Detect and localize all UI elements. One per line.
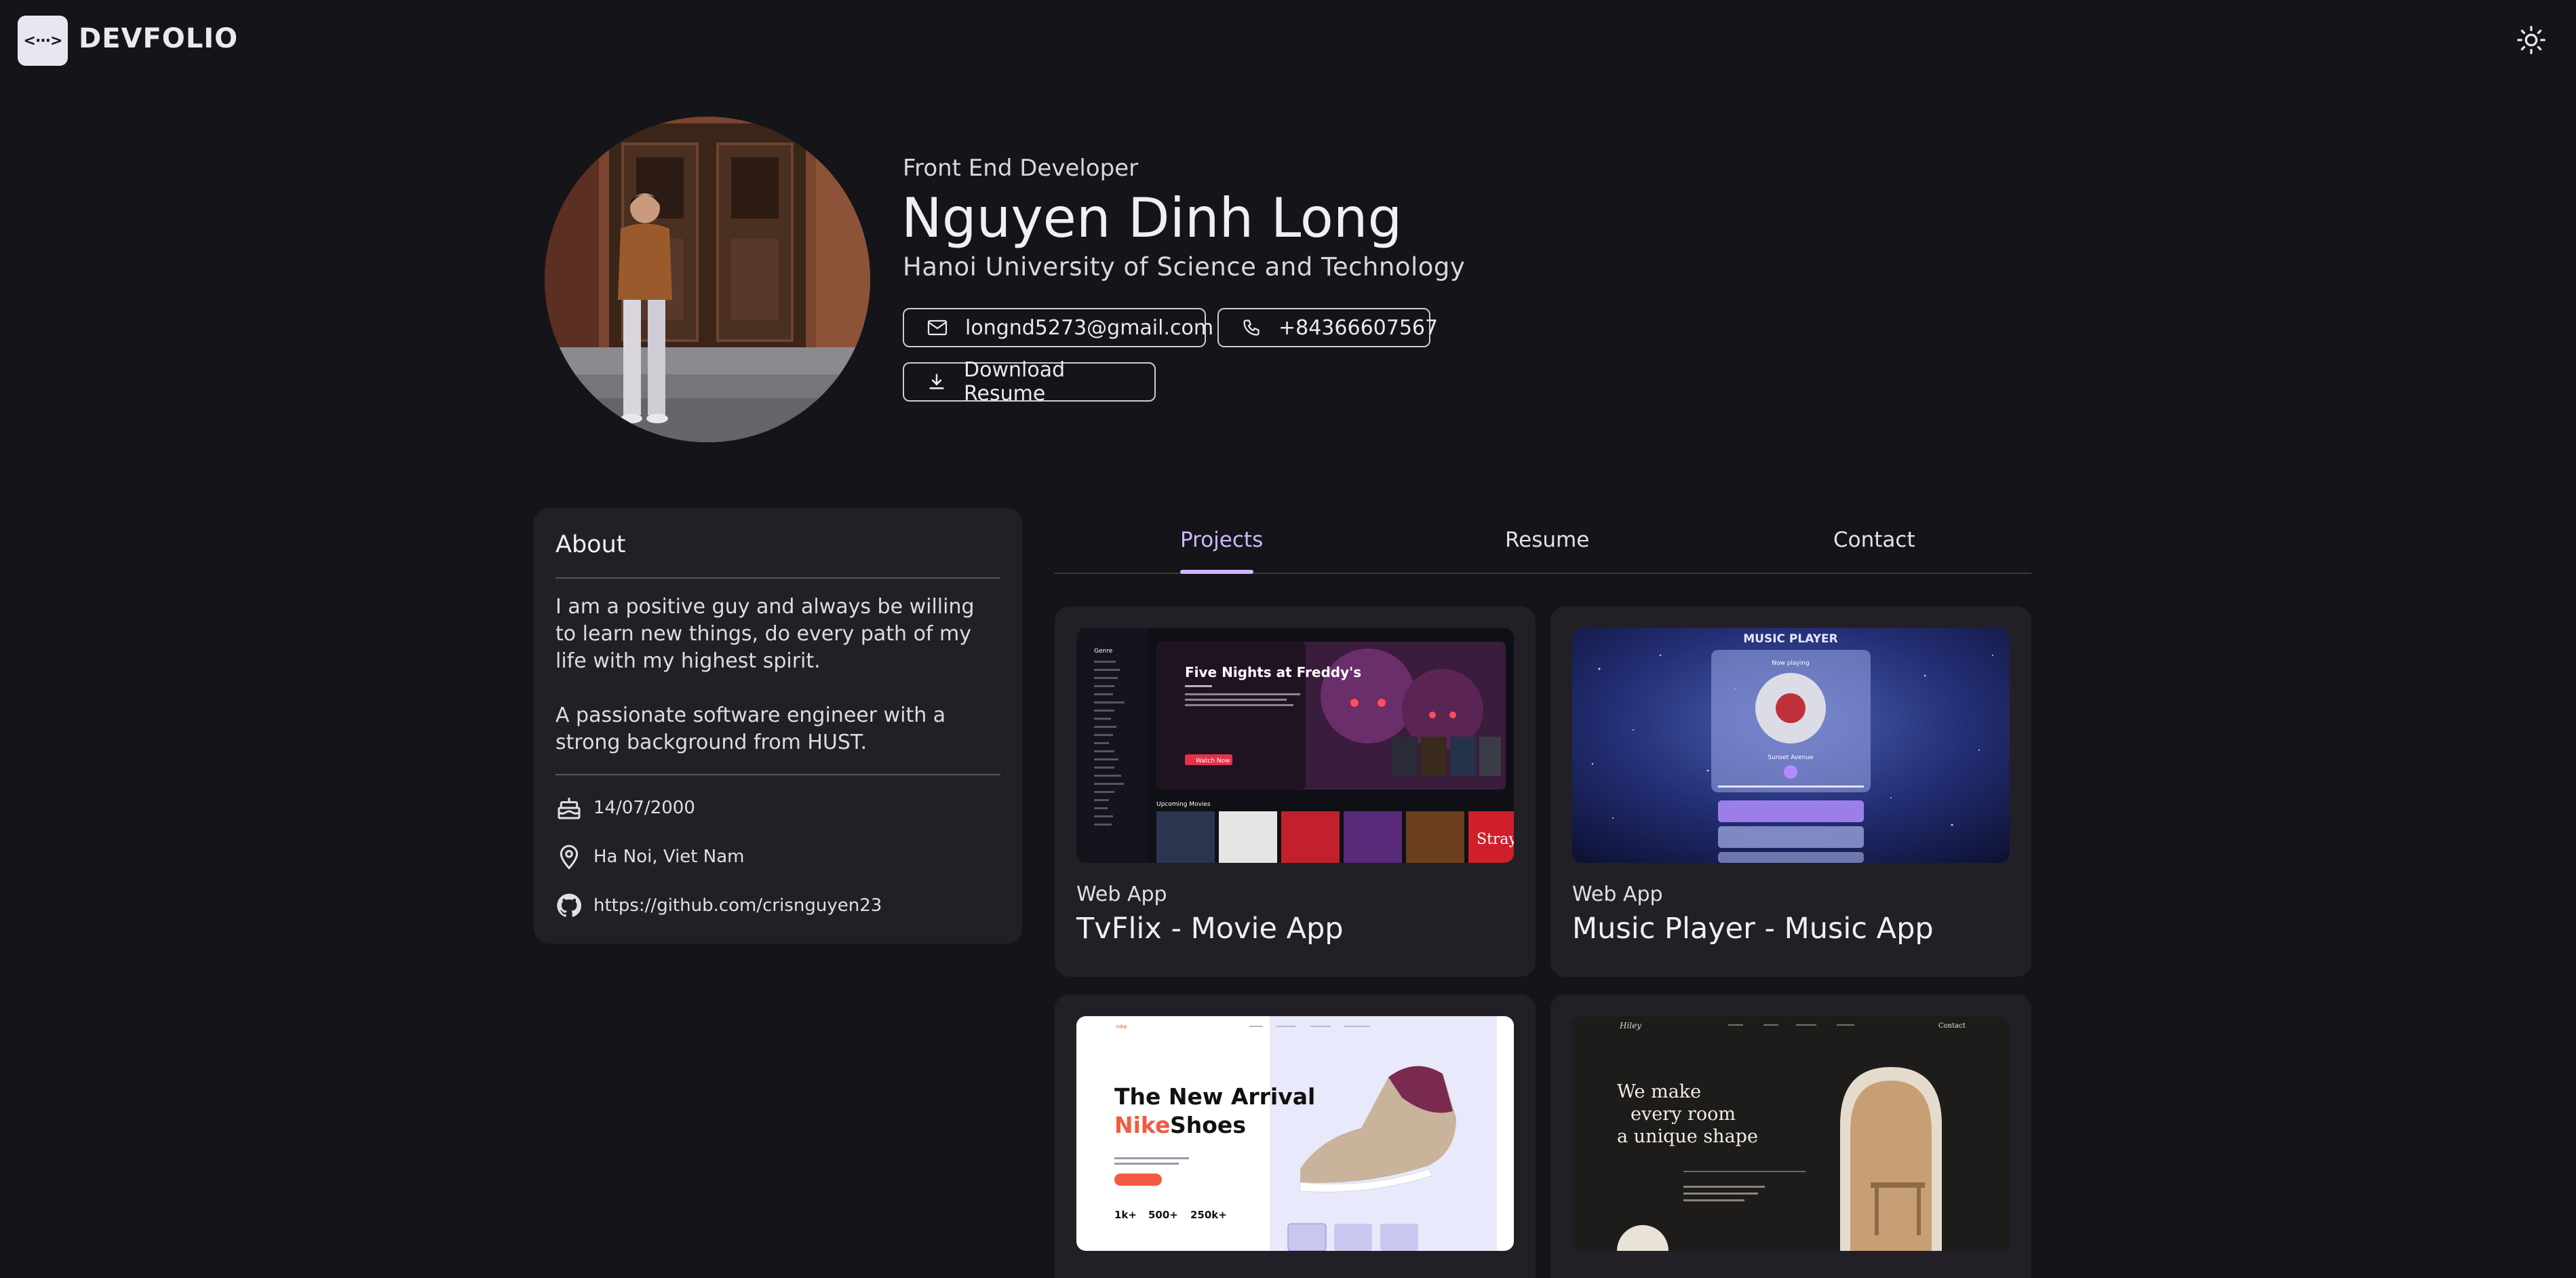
job-title: Front End Developer <box>903 155 1139 182</box>
email-button[interactable]: longnd5273@gmail.com <box>903 308 1213 347</box>
project-title: Music Player - Music App <box>1572 912 1934 946</box>
divider <box>555 577 1000 579</box>
birthday-text: 14/07/2000 <box>593 798 695 818</box>
interior-brand: Hiley <box>1619 1021 1641 1030</box>
profile-photo <box>545 117 870 442</box>
phone-icon <box>1243 320 1260 336</box>
project-screenshot: Hiley Contact We make every room a uniqu… <box>1572 1016 2010 1251</box>
phone-text: +84366607567 <box>1279 315 1439 340</box>
location-text: Ha Noi, Viet Nam <box>593 847 745 867</box>
project-screenshot: MUSIC PLAYER Now playing Sunset Avenue <box>1572 628 2010 863</box>
project-screenshot: nike The New Arrival Nike Shoes 1k+ 500+… <box>1076 1016 1514 1251</box>
university: Hanoi University of Science and Technolo… <box>903 252 1466 282</box>
project-card-interior[interactable]: Hiley Contact We make every room a uniqu… <box>1550 994 2031 1278</box>
interior-headline-line2: every room <box>1631 1104 1736 1125</box>
stray-poster-text: Stray <box>1477 831 1514 848</box>
profile-name: Nguyen Dinh Long <box>901 187 1403 250</box>
phone-button[interactable]: +84366607567 <box>1217 308 1438 347</box>
project-kind: Web App <box>1572 883 1663 906</box>
about-paragraph-1: I am a positive guy and always be willin… <box>555 595 975 673</box>
active-tab-indicator <box>1180 570 1253 574</box>
tab-projects[interactable]: Projects <box>1180 528 1263 552</box>
nike-headline-2b: Shoes <box>1170 1112 1246 1138</box>
watch-now-button: Watch Now <box>1196 758 1230 764</box>
interior-headline-line1: We make <box>1617 1081 1701 1102</box>
nike-headline-1: The New Arrival <box>1114 1083 1315 1110</box>
birthday-row: 14/07/2000 <box>555 792 695 824</box>
brand-name[interactable]: DEVFOLIO <box>79 23 238 54</box>
location-row: Ha Noi, Viet Nam <box>555 841 744 872</box>
stat-3: 250k+ <box>1190 1209 1227 1221</box>
music-player-preview: MUSIC PLAYER Now playing Sunset Avenue <box>1572 628 2010 863</box>
tvflix-hero-title: Five Nights at Freddy's <box>1185 664 1361 680</box>
genre-heading: Genre <box>1094 648 1113 655</box>
nike-headline-2a: Nike <box>1114 1112 1170 1138</box>
about-title: About <box>555 531 626 558</box>
theme-toggle-button[interactable] <box>2515 22 2548 58</box>
about-card: About I am a positive guy and always be … <box>534 508 1022 944</box>
divider <box>555 774 1000 775</box>
mail-icon <box>927 320 948 336</box>
project-title: TvFlix - Movie App <box>1076 912 1344 946</box>
sun-icon <box>2517 26 2545 54</box>
interior-headline-line3: a unique shape <box>1617 1126 1758 1147</box>
download-resume-button[interactable]: Download Resume <box>903 358 1156 406</box>
track-name: Sunset Avenue <box>1768 754 1814 761</box>
tab-bar: Projects Resume Contact <box>1055 516 2031 574</box>
project-card-music-player[interactable]: MUSIC PLAYER Now playing Sunset Avenue W… <box>1550 606 2031 977</box>
logo-icon[interactable]: <···> <box>18 16 68 66</box>
tvflix-preview: Genre Five Nights at Freddy's Watch Now <box>1076 628 1514 863</box>
tab-resume[interactable]: Resume <box>1505 528 1589 552</box>
location-pin-icon <box>560 845 579 870</box>
about-paragraph-2: A passionate software engineer with a st… <box>555 703 946 754</box>
avatar <box>545 117 870 442</box>
download-icon <box>929 374 944 389</box>
cake-icon <box>558 798 581 819</box>
stat-2: 500+ <box>1148 1209 1178 1221</box>
github-row[interactable]: https://github.com/crisnguyen23 <box>555 890 882 921</box>
project-screenshot: Genre Five Nights at Freddy's Watch Now <box>1076 628 1514 863</box>
top-bar: <···> DEVFOLIO <box>0 0 2576 81</box>
nike-preview: nike The New Arrival Nike Shoes 1k+ 500+… <box>1076 1016 1514 1251</box>
interior-preview: Hiley Contact We make every room a uniqu… <box>1572 1016 2010 1251</box>
interior-contact-link: Contact <box>1938 1022 1966 1030</box>
download-resume-label: Download Resume <box>964 358 1066 406</box>
tab-contact[interactable]: Contact <box>1833 528 1915 552</box>
music-player-header: MUSIC PLAYER <box>1743 632 1838 646</box>
project-kind: Web App <box>1076 883 1167 906</box>
project-card-nike[interactable]: nike The New Arrival Nike Shoes 1k+ 500+… <box>1055 994 1536 1278</box>
now-playing-label: Now playing <box>1772 660 1809 667</box>
email-text: longnd5273@gmail.com <box>965 315 1214 340</box>
nike-brand: nike <box>1116 1024 1127 1030</box>
github-link[interactable]: https://github.com/crisnguyen23 <box>593 895 882 916</box>
stat-1: 1k+ <box>1114 1209 1137 1221</box>
github-icon <box>557 893 582 917</box>
upcoming-movies-label: Upcoming Movies <box>1156 801 1211 808</box>
project-card-tvflix[interactable]: Genre Five Nights at Freddy's Watch Now <box>1055 606 1536 977</box>
